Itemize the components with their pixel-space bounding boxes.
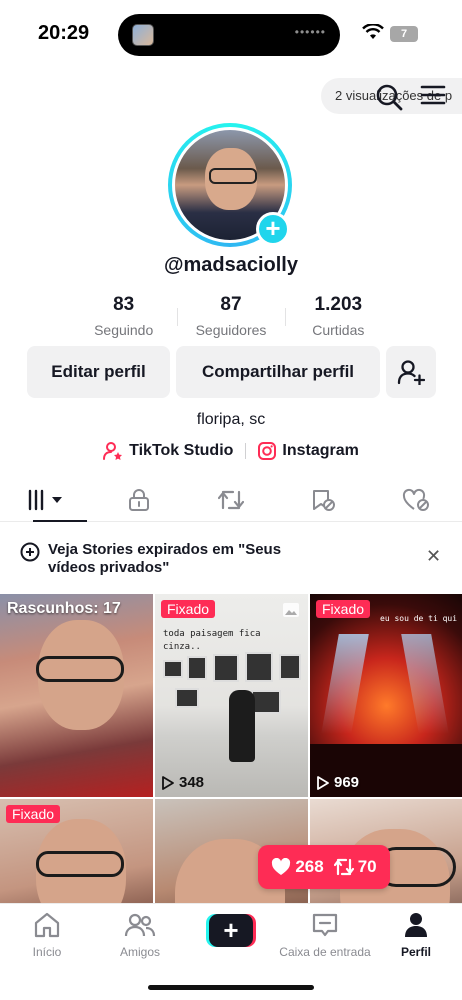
tab-favorites[interactable] bbox=[277, 478, 369, 521]
status-bar: 20:29 •••••• 7 bbox=[0, 0, 462, 70]
gallery-frame bbox=[175, 688, 199, 708]
gallery-frame bbox=[163, 660, 183, 678]
search-icon[interactable] bbox=[375, 83, 403, 111]
wifi-icon bbox=[362, 24, 384, 39]
gallery-frame bbox=[279, 654, 301, 680]
now-playing-thumbnail bbox=[132, 24, 154, 46]
stat-following[interactable]: 83 Seguindo bbox=[70, 294, 177, 344]
instagram-link[interactable]: Instagram bbox=[258, 442, 359, 460]
nav-label: Caixa de entrada bbox=[279, 945, 371, 959]
gallery-frame bbox=[187, 656, 207, 680]
tiktok-studio-label: TikTok Studio bbox=[129, 442, 234, 459]
drafts-tile[interactable]: Rascunhos: 17 bbox=[0, 594, 153, 797]
plus-icon: + bbox=[209, 914, 253, 947]
add-friend-button[interactable] bbox=[386, 346, 436, 398]
view-count-value: 348 bbox=[179, 774, 205, 791]
stat-value: 1.203 bbox=[314, 294, 363, 315]
tab-reposts[interactable] bbox=[185, 478, 277, 521]
pinned-badge: Fixado bbox=[6, 805, 61, 823]
pinned-badge: Fixado bbox=[161, 600, 216, 618]
video-tile[interactable]: Fixado toda paisagem fica cinza.. 348 bbox=[155, 594, 308, 797]
profile-tabs bbox=[0, 478, 462, 522]
tab-private[interactable] bbox=[92, 478, 184, 521]
videos-grid-icon bbox=[29, 489, 63, 510]
stat-value: 83 bbox=[113, 294, 135, 315]
tiktok-studio-link[interactable]: TikTok Studio bbox=[103, 441, 233, 461]
gallery-frame bbox=[245, 652, 273, 682]
view-count: 969 bbox=[317, 774, 359, 791]
gallery-frame bbox=[251, 690, 281, 714]
profile-bio: floripa, sc bbox=[196, 411, 266, 428]
reposts-value: 70 bbox=[357, 857, 377, 876]
profile-stats: 83 Seguindo 87 Seguidores 1.203 Curtidas bbox=[70, 294, 392, 344]
play-icon bbox=[162, 775, 174, 790]
nav-profile[interactable]: Perfil bbox=[394, 912, 438, 959]
audio-waveform-icon: •••••• bbox=[294, 25, 326, 39]
close-icon[interactable]: ✕ bbox=[426, 546, 441, 567]
profile-icon bbox=[405, 913, 427, 937]
stage-light bbox=[401, 634, 449, 734]
gallery-frame bbox=[213, 654, 239, 682]
status-time: 20:29 bbox=[38, 22, 90, 44]
expired-stories-banner[interactable]: Veja Stories expirados em "Seus vídeos p… bbox=[0, 522, 462, 594]
create-button[interactable]: + bbox=[206, 914, 256, 947]
battery-indicator: 7 bbox=[390, 26, 418, 42]
nav-inbox[interactable]: Caixa de entrada bbox=[276, 912, 374, 959]
drafts-label: Rascunhos: 17 bbox=[7, 600, 121, 617]
photo-icon bbox=[283, 603, 299, 617]
bookmark-hidden-icon bbox=[313, 489, 336, 511]
username: @madsaciolly bbox=[163, 254, 298, 276]
nav-label: Perfil bbox=[400, 945, 431, 959]
heart-icon bbox=[272, 858, 291, 875]
nav-label: Início bbox=[32, 945, 62, 959]
studio-icon bbox=[103, 442, 123, 460]
video-caption: eu sou de ti qui bbox=[380, 614, 458, 623]
dynamic-island: •••••• bbox=[118, 14, 340, 56]
reposts-count: 70 bbox=[333, 857, 377, 877]
friends-icon bbox=[124, 913, 156, 937]
banner-text: Veja Stories expirados em "Seus vídeos p… bbox=[48, 541, 282, 576]
add-story-icon[interactable]: + bbox=[256, 212, 290, 246]
tab-liked[interactable] bbox=[370, 478, 462, 521]
add-circle-icon bbox=[20, 542, 40, 562]
home-indicator bbox=[148, 985, 314, 990]
edit-profile-button[interactable]: Editar perfil bbox=[27, 346, 170, 398]
link-divider bbox=[245, 443, 247, 459]
stat-likes[interactable]: 1.203 Curtidas bbox=[284, 294, 392, 344]
profile-links: TikTok Studio Instagram bbox=[0, 441, 462, 461]
menu-icon[interactable] bbox=[420, 84, 446, 106]
view-count: 348 bbox=[162, 774, 204, 791]
stat-value: 87 bbox=[220, 294, 242, 315]
play-icon bbox=[317, 775, 329, 790]
view-count-value: 969 bbox=[334, 774, 360, 791]
repost-icon bbox=[333, 858, 354, 876]
stat-followers[interactable]: 87 Seguidores bbox=[177, 294, 284, 344]
stat-label: Curtidas bbox=[312, 322, 365, 338]
home-icon bbox=[34, 912, 60, 938]
repost-icon bbox=[218, 490, 245, 509]
lock-icon bbox=[128, 488, 149, 511]
nav-home[interactable]: Início bbox=[22, 912, 72, 959]
pinned-badge: Fixado bbox=[316, 600, 371, 618]
thumbnail-glasses bbox=[36, 656, 124, 682]
thumbnail-glasses bbox=[36, 851, 124, 877]
tab-videos[interactable] bbox=[0, 478, 92, 522]
person-silhouette bbox=[229, 690, 255, 762]
likes-count: 268 bbox=[271, 857, 324, 877]
likes-value: 268 bbox=[295, 857, 324, 876]
instagram-label: Instagram bbox=[282, 442, 359, 459]
video-caption: toda paisagem fica cinza.. bbox=[163, 629, 261, 652]
stat-label: Seguindo bbox=[94, 322, 154, 338]
add-user-icon bbox=[397, 360, 426, 386]
video-tile[interactable]: Fixado eu sou de ti qui 969 bbox=[310, 594, 462, 797]
stage-light bbox=[321, 634, 369, 734]
inbox-icon bbox=[312, 913, 338, 937]
nav-label: Amigos bbox=[119, 945, 160, 959]
stat-label: Seguidores bbox=[195, 322, 267, 338]
share-profile-button[interactable]: Compartilhar perfil bbox=[176, 346, 380, 398]
nav-friends[interactable]: Amigos bbox=[110, 912, 170, 959]
instagram-icon bbox=[258, 442, 277, 460]
engagement-popup[interactable]: 268 70 bbox=[258, 845, 390, 889]
heart-hidden-icon bbox=[402, 488, 429, 511]
